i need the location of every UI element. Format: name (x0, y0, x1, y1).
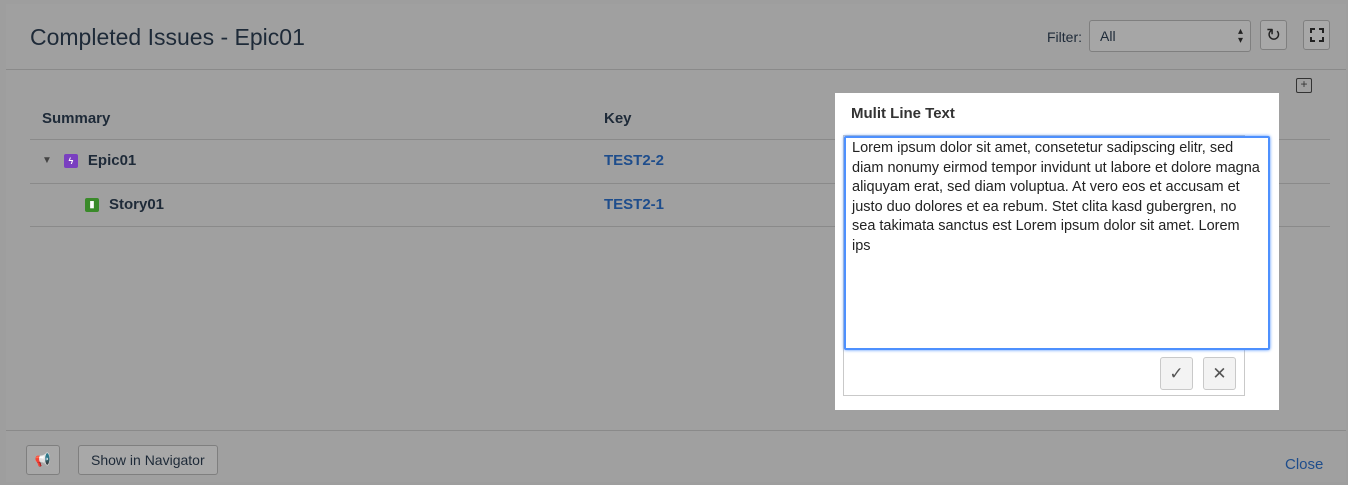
filter-selected-value: All (1100, 28, 1116, 44)
editor-title: Mulit Line Text (851, 105, 955, 122)
dialog-title: Completed Issues - Epic01 (30, 24, 305, 50)
fullscreen-button[interactable] (1303, 20, 1330, 50)
cancel-button[interactable]: ✕ (1203, 357, 1236, 390)
dialog-footer: 📢 Show in Navigator Close (6, 430, 1346, 482)
feedback-button[interactable]: 📢 (26, 445, 60, 475)
add-comment-icon[interactable]: + (1296, 78, 1312, 93)
show-in-navigator-button[interactable]: Show in Navigator (78, 445, 218, 475)
column-header-key[interactable]: Key (604, 110, 632, 127)
editor-frame: Lorem ipsum dolor sit amet, consetetur s… (843, 135, 1270, 396)
row-summary: ▮ Story01 (85, 196, 164, 213)
issue-summary-text[interactable]: Story01 (109, 196, 164, 213)
filter-label: Filter: (1047, 29, 1082, 45)
issue-summary-text[interactable]: Epic01 (88, 152, 136, 169)
issue-key-link[interactable]: TEST2-1 (604, 196, 664, 213)
epic-icon: ϟ (63, 153, 78, 168)
row-summary: ▼ ϟ Epic01 (42, 152, 136, 169)
close-link[interactable]: Close (1285, 456, 1323, 473)
issue-key-link[interactable]: TEST2-2 (604, 152, 664, 169)
story-icon: ▮ (85, 197, 99, 212)
refresh-button[interactable]: ↻ (1260, 20, 1287, 50)
dialog-header: Completed Issues - Epic01 Filter: All ▴ ▾… (6, 4, 1346, 70)
confirm-button[interactable]: ✓ (1160, 357, 1193, 390)
filter-select[interactable]: All ▴ ▾ (1089, 20, 1251, 52)
checkmark-icon: ✓ (1169, 363, 1184, 383)
multiline-text-input[interactable]: Lorem ipsum dolor sit amet, consetetur s… (844, 136, 1270, 350)
select-arrows-icon: ▴ ▾ (1237, 26, 1243, 46)
megaphone-icon: 📢 (34, 452, 52, 467)
expand-triangle-icon[interactable]: ▼ (42, 155, 52, 166)
inline-edit-popup: Mulit Line Text Lorem ipsum dolor sit am… (835, 93, 1279, 410)
refresh-icon: ↻ (1265, 24, 1282, 45)
fullscreen-icon (1309, 28, 1324, 42)
close-icon: ✕ (1212, 363, 1227, 383)
column-header-summary[interactable]: Summary (42, 110, 110, 127)
